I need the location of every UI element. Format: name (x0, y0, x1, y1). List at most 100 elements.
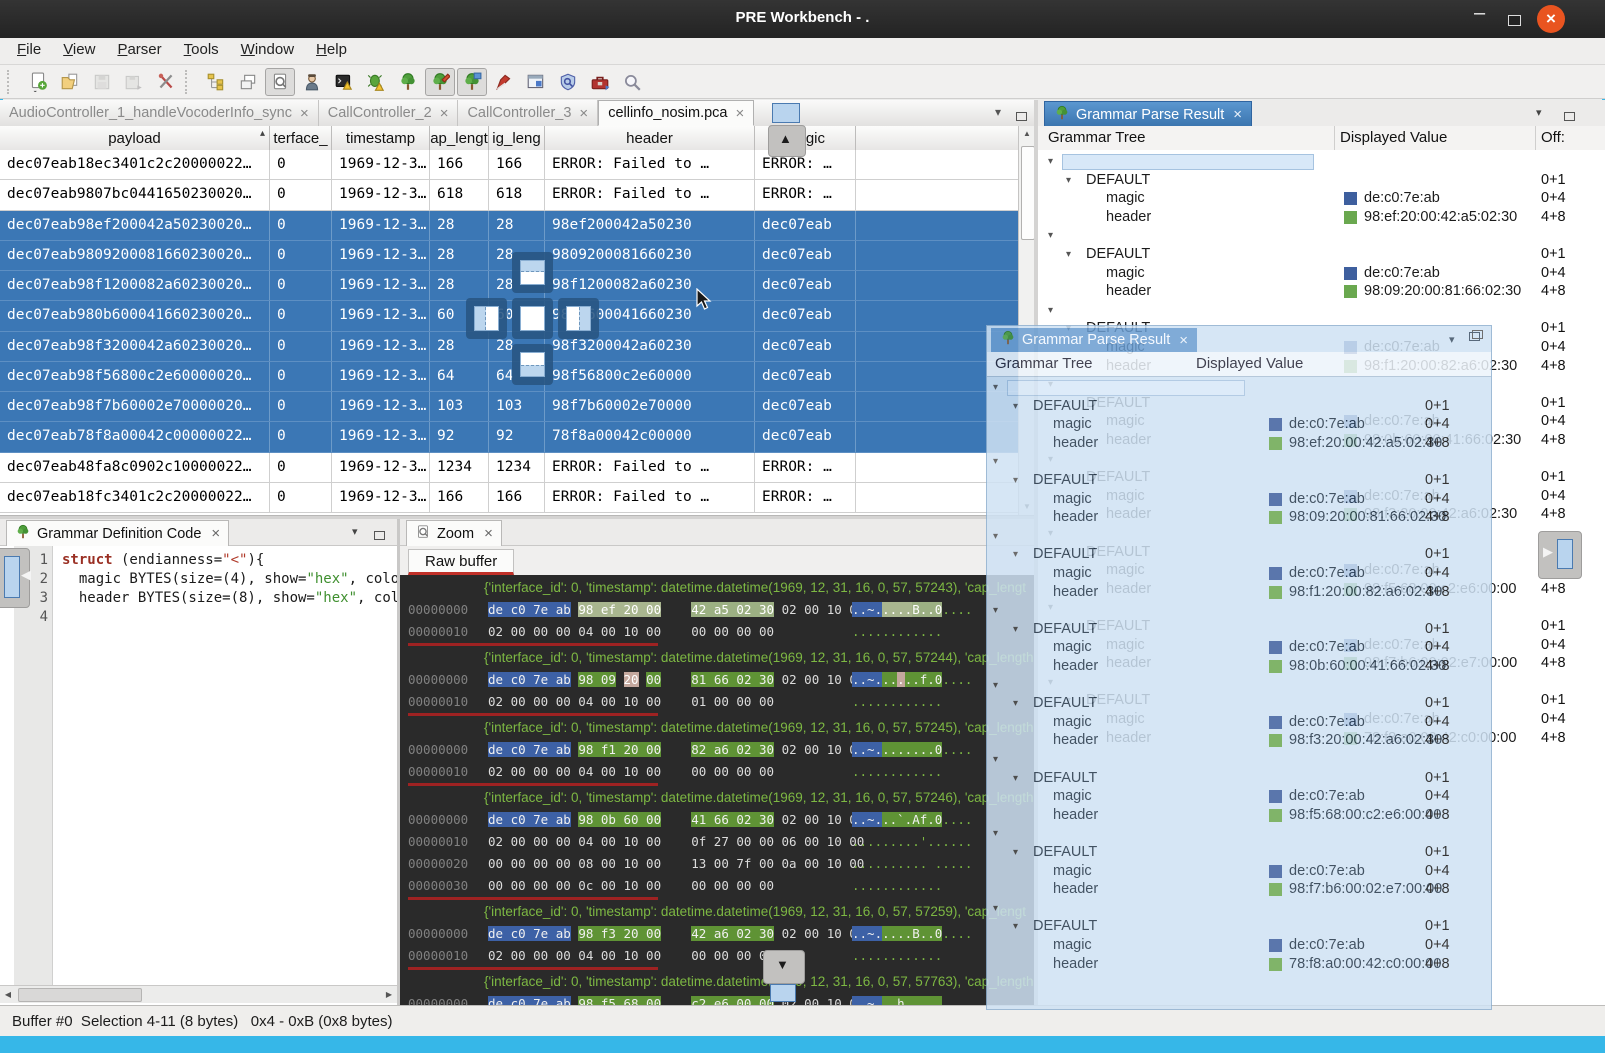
grammar-tree-edit-icon[interactable] (425, 68, 455, 96)
dock-left-indicator[interactable] (466, 298, 507, 339)
close-icon[interactable]: × (1537, 5, 1565, 33)
menu-item-window[interactable]: Window (230, 38, 305, 61)
table-cell[interactable]: dec07eab98f3200042a60230020… (0, 332, 270, 361)
column-header-ig_leng[interactable]: ig_leng (489, 126, 545, 150)
table-cell[interactable]: 1969-12-3… (332, 301, 430, 330)
tree-expander-icon[interactable]: ▾ (1013, 549, 1018, 560)
doc-tab-AudioController_1_handleVocoderInfo_sync[interactable]: AudioController_1_handleVocoderInfo_sync… (0, 100, 319, 126)
tree-expander-icon[interactable]: ▾ (1013, 624, 1018, 635)
hex-line[interactable]: 0000001002 00 00 00 04 00 10 00 0f 27 00… (400, 831, 1034, 853)
table-cell[interactable]: 98f56800c2e60000 (545, 362, 755, 391)
tab-zoom[interactable]: Zoom × (406, 520, 502, 546)
table-cell[interactable]: 28 (430, 271, 489, 300)
ascii-column[interactable]: ............ (852, 875, 942, 897)
marker-icon[interactable] (489, 68, 519, 96)
table-cell[interactable]: 1234 (489, 453, 545, 482)
table-cell[interactable]: dec07eab98f1200082a60230020… (0, 271, 270, 300)
code-line[interactable]: header BYTES(size=(8), show="hex", color (62, 589, 397, 608)
close-panel-icon[interactable]: × (1179, 332, 1188, 349)
hex-bytes[interactable]: 02 00 00 00 04 00 10 00 0f 27 00 00 06 0… (488, 831, 864, 853)
float-panel-icon[interactable] (1564, 108, 1575, 126)
tab-grammar-parse-result-floating[interactable]: Grammar Parse Result × (991, 328, 1197, 352)
table-cell[interactable]: 166 (489, 150, 545, 179)
table-cell[interactable]: 1969-12-3… (332, 150, 430, 179)
tab-grammar-definition-code[interactable]: Grammar Definition Code × (6, 520, 229, 546)
tree-node-label[interactable]: DEFAULT (1086, 172, 1150, 188)
tree-expander-icon[interactable]: ▾ (1048, 230, 1053, 241)
tab-overflow-dropdown-icon[interactable]: ▾ (995, 105, 1001, 119)
close-panel-icon[interactable]: × (211, 525, 220, 542)
close-tab-icon[interactable]: × (735, 105, 744, 122)
hex-line[interactable]: 00000000de c0 7e ab 98 f3 20 00 42 a6 02… (400, 923, 1034, 945)
table-cell[interactable]: 1969-12-3… (332, 453, 430, 482)
console-warning-icon[interactable] (329, 68, 359, 96)
hex-dump-view[interactable]: {'interface_id': 0, 'timestamp': datetim… (400, 575, 1034, 1007)
hex-bytes[interactable]: de c0 7e ab 98 0b 60 00 41 66 02 30 02 0… (488, 809, 864, 831)
tree-expander-icon[interactable]: ▾ (1048, 305, 1053, 316)
table-row[interactable]: dec07eab98ef200042a50230020…01969-12-3…2… (0, 211, 1018, 241)
table-cell[interactable]: 166 (430, 483, 489, 512)
tree-node-label[interactable]: magic (1053, 491, 1092, 507)
column-header-terface_[interactable]: terface_ (270, 126, 332, 150)
panel-menu-icon[interactable]: ▾ (1449, 333, 1455, 346)
hex-bytes[interactable]: de c0 7e ab 98 f1 20 00 82 a6 02 30 02 0… (488, 739, 864, 761)
table-cell[interactable]: 1969-12-3… (332, 271, 430, 300)
table-cell[interactable]: 0 (270, 301, 332, 330)
tree-node-label[interactable]: DEFAULT (1033, 546, 1097, 562)
table-cell[interactable]: ERROR: Failed to … (545, 150, 755, 179)
ascii-column[interactable]: ..~...`.Af.0.... (852, 809, 972, 831)
tree-node-label[interactable]: magic (1053, 937, 1092, 953)
tree-node-label[interactable]: DEFAULT (1033, 844, 1097, 860)
column-header-header[interactable]: header (545, 126, 755, 150)
table-cell[interactable]: dec07eab980b600041660230020… (0, 301, 270, 330)
table-cell[interactable]: dec07eab78f8a00042c00000022… (0, 422, 270, 451)
tree-node-label[interactable]: header (1106, 283, 1151, 299)
table-cell[interactable]: 98f1200082a60230 (545, 271, 755, 300)
table-cell[interactable]: 618 (489, 180, 545, 209)
table-row[interactable]: dec07eab980b600041660230020…01969-12-3…6… (0, 301, 1018, 331)
table-row[interactable]: dec07eab18ec3401c2c20000022…01969-12-3…1… (0, 150, 1018, 180)
column-header-payload[interactable]: payload▴ (0, 126, 270, 150)
table-cell[interactable]: dec07eab18fc3401c2c20000022… (0, 483, 270, 512)
dock-top-indicator[interactable] (512, 252, 553, 293)
table-cell[interactable]: 166 (430, 150, 489, 179)
hex-line[interactable]: 00000000de c0 7e ab 98 0b 60 00 41 66 02… (400, 809, 1034, 831)
tree-expander-icon[interactable]: ▾ (1048, 156, 1053, 167)
hex-bytes[interactable]: 02 00 00 00 04 00 10 00 00 00 00 00 (488, 945, 774, 967)
dock-right-indicator[interactable] (558, 298, 599, 339)
tree-node-label[interactable]: header (1053, 584, 1098, 600)
table-cell[interactable]: ERROR: … (755, 483, 856, 512)
column-header-timestamp[interactable]: timestamp (332, 126, 430, 150)
table-row[interactable]: dec07eab18fc3401c2c20000022…01969-12-3…1… (0, 483, 1018, 513)
table-cell[interactable]: dec07eab (755, 392, 856, 421)
tree-node-label[interactable]: magic (1053, 788, 1092, 804)
ascii-column[interactable]: .........'...... (852, 831, 972, 853)
tree-node-label[interactable]: magic (1053, 714, 1092, 730)
ascii-column[interactable]: .......... ..... (852, 853, 972, 875)
table-cell[interactable]: 92 (430, 422, 489, 451)
table-cell[interactable]: 0 (270, 422, 332, 451)
tree-expander-icon[interactable]: ▾ (993, 680, 998, 691)
table-cell[interactable]: 98f7b60002e70000 (545, 392, 755, 421)
code-editor[interactable]: 1struct (endianness="<"){2 magic BYTES(s… (0, 546, 397, 989)
table-cell[interactable]: dec07eab (755, 301, 856, 330)
tree-node-label[interactable]: magic (1053, 863, 1092, 879)
tree-node-label[interactable]: header (1053, 658, 1098, 674)
code-horizontal-scrollbar[interactable]: ◀ ▶ (0, 985, 397, 1003)
table-cell[interactable]: ERROR: … (755, 453, 856, 482)
table-cell[interactable]: 64 (430, 362, 489, 391)
zoom-document-icon[interactable] (265, 68, 295, 96)
tree-expander-icon[interactable]: ▾ (1013, 921, 1018, 932)
hex-bytes[interactable]: 00 00 00 00 08 00 10 00 13 00 7f 00 0a 0… (488, 853, 864, 875)
tree-node-label[interactable]: DEFAULT (1033, 918, 1097, 934)
tab-grammar-parse-result[interactable]: Grammar Parse Result × (1044, 101, 1252, 127)
table-cell[interactable]: 28 (430, 241, 489, 270)
table-cell[interactable]: 0 (270, 241, 332, 270)
tree-expander-icon[interactable]: ▾ (993, 903, 998, 914)
table-cell[interactable]: ERROR: Failed to … (545, 453, 755, 482)
table-cell[interactable]: dec07eab (755, 332, 856, 361)
tree-node-label[interactable]: magic (1106, 265, 1145, 281)
hex-line[interactable]: 00000000de c0 7e ab 98 09 20 00 81 66 02… (400, 669, 1034, 691)
scroll-left-icon[interactable]: ◀ (1, 988, 15, 1001)
table-cell[interactable]: dec07eab48fa8c0902c10000022… (0, 453, 270, 482)
